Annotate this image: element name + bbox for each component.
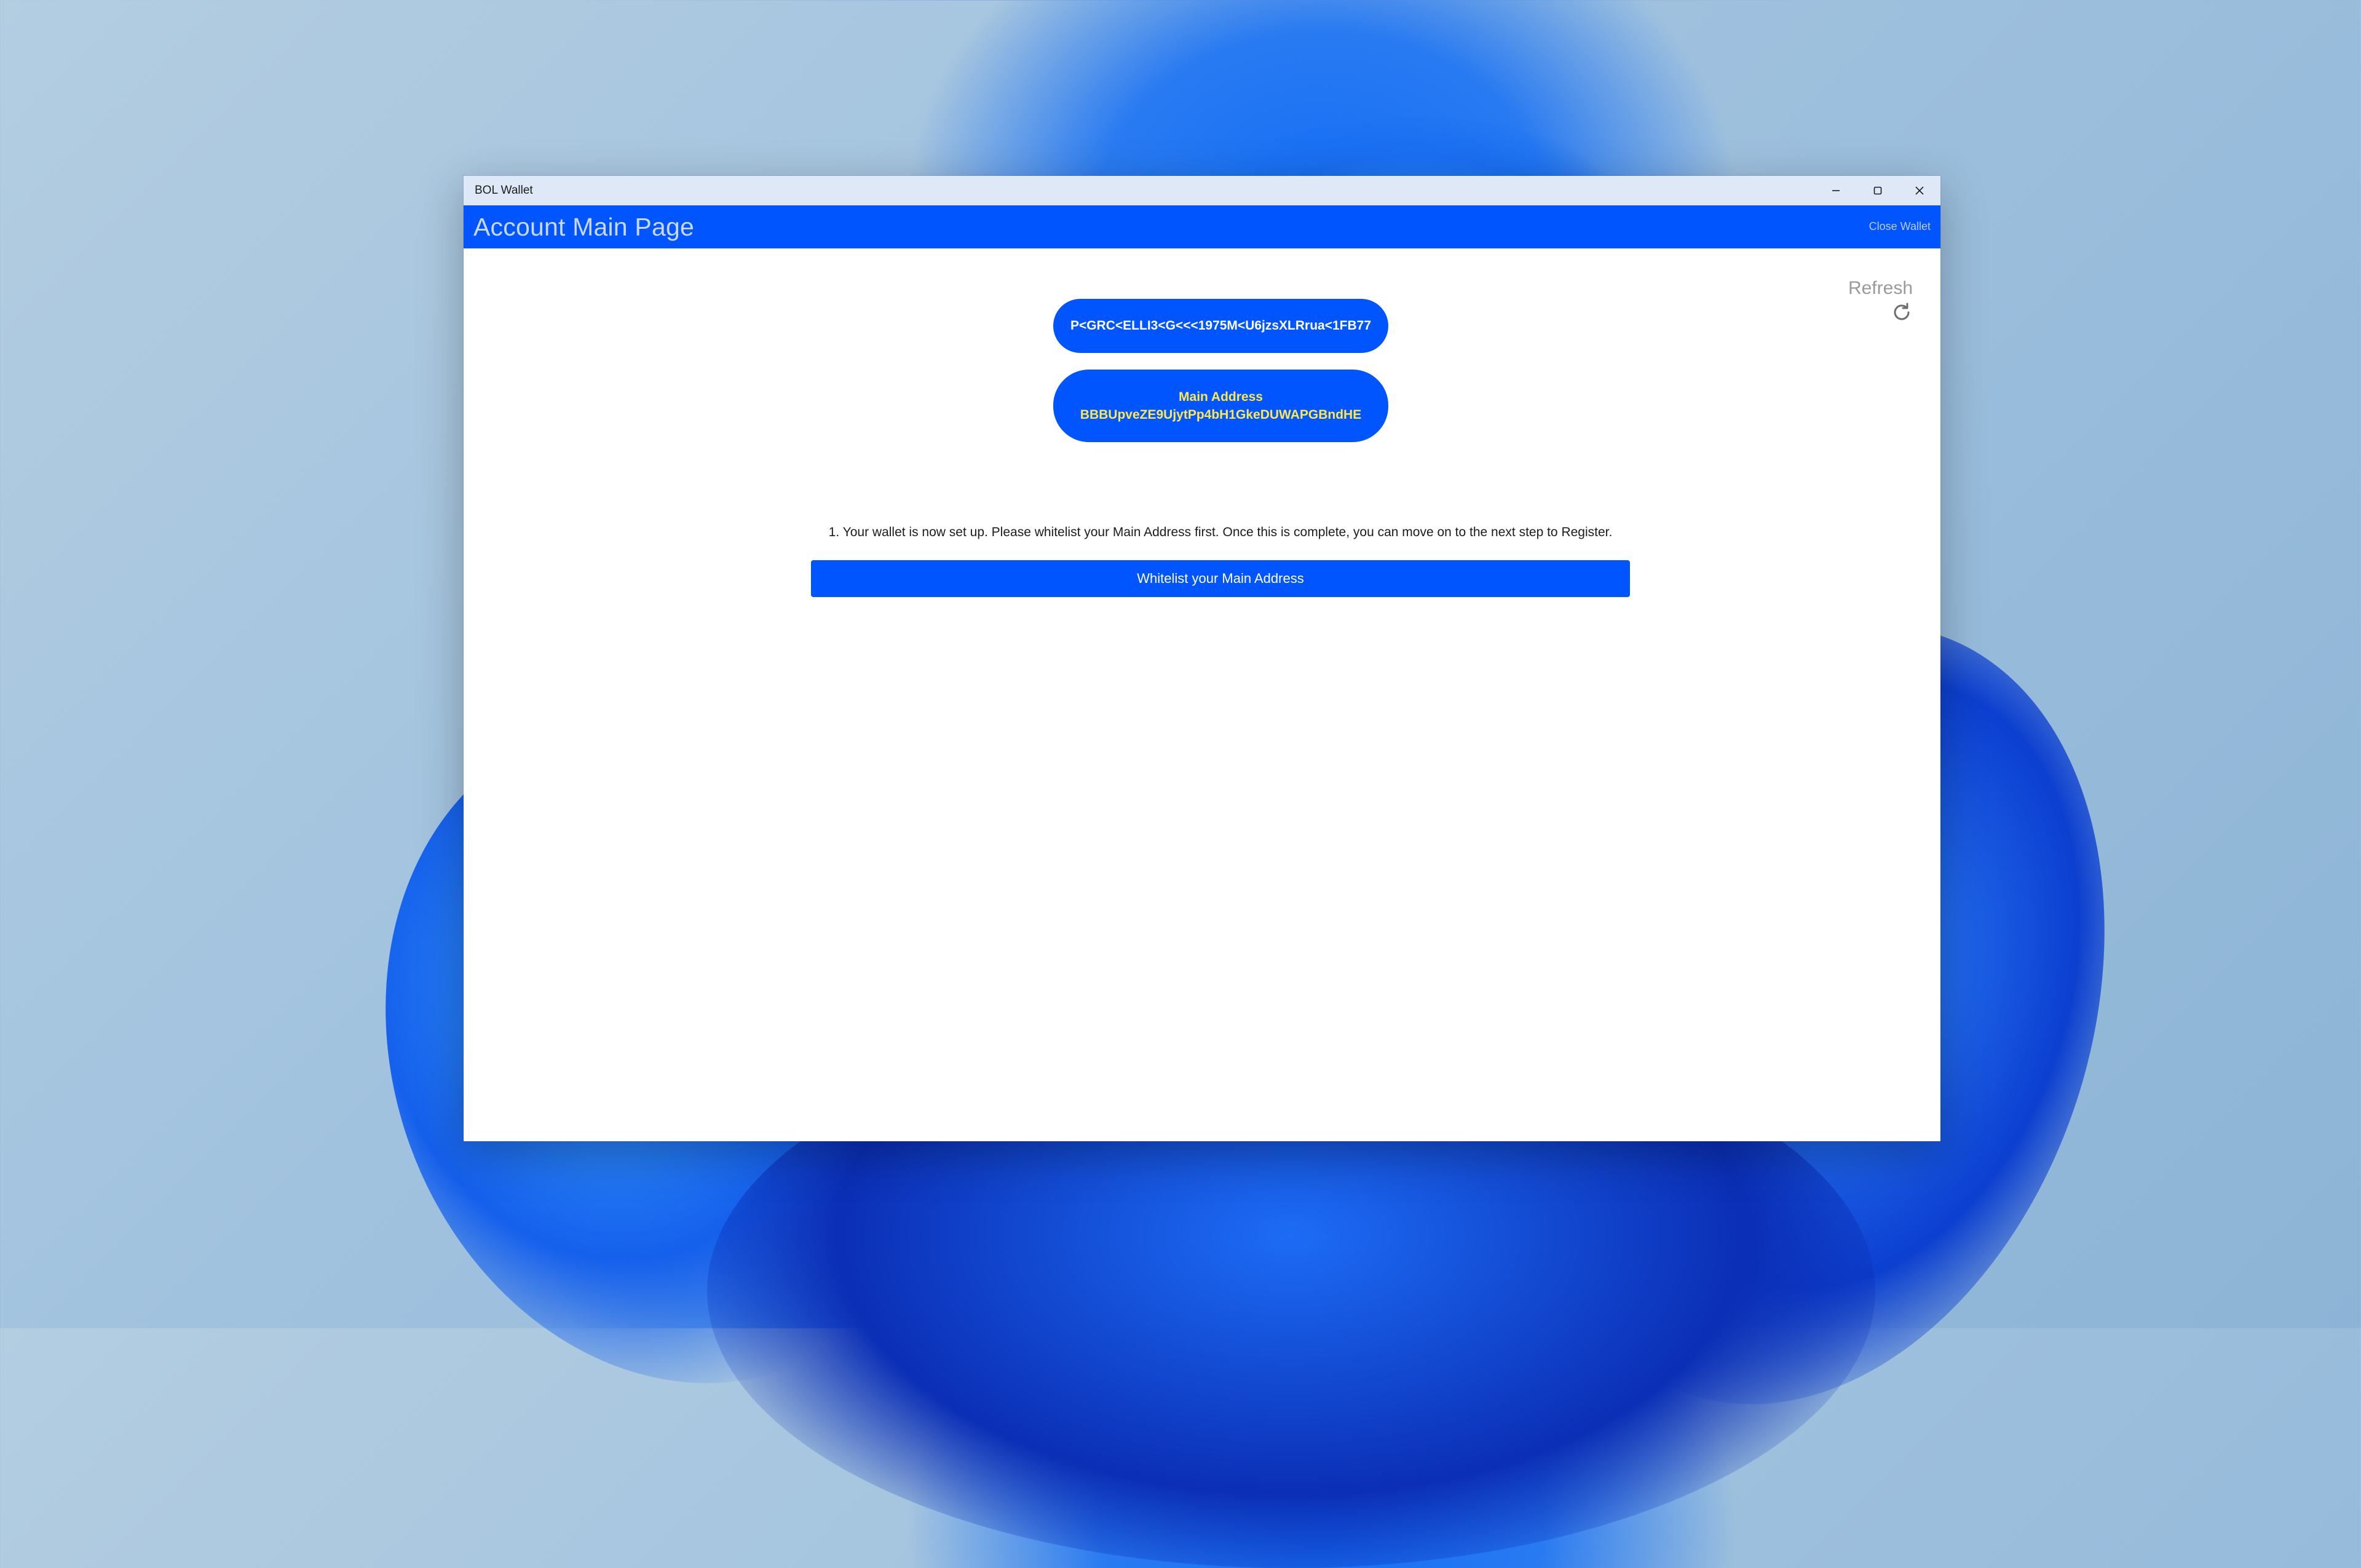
minimize-button[interactable]: [1815, 176, 1857, 205]
setup-instruction: 1. Your wallet is now set up. Please whi…: [828, 525, 1613, 539]
close-icon: [1915, 186, 1924, 195]
window-controls: [1815, 176, 1940, 205]
refresh-button[interactable]: Refresh: [1848, 278, 1913, 323]
refresh-label: Refresh: [1848, 278, 1913, 298]
main-address-value: BBBUpveZE9UjytPp4bH1GkeDUWAPGBndHE: [1080, 408, 1362, 422]
identity-code: P<GRC<ELLI3<G<<<1975M<U6jzsXLRrua<1FB77: [1070, 319, 1372, 333]
main-address-label: Main Address: [1179, 390, 1263, 404]
main-content: Refresh P<GRC<ELLI3<G<<<1975M<U6jzsXLRru…: [464, 248, 1940, 1141]
page-title: Account Main Page: [473, 212, 694, 241]
close-wallet-link[interactable]: Close Wallet: [1869, 220, 1931, 233]
minimize-icon: [1832, 190, 1840, 191]
close-window-button[interactable]: [1899, 176, 1940, 205]
whitelist-button-label: Whitelist your Main Address: [1137, 571, 1304, 586]
maximize-button[interactable]: [1857, 176, 1899, 205]
whitelist-button[interactable]: Whitelist your Main Address: [811, 560, 1630, 597]
main-address-button[interactable]: Main Address BBBUpveZE9UjytPp4bH1GkeDUWA…: [1053, 370, 1388, 442]
app-title: BOL Wallet: [475, 184, 533, 197]
page-header: Account Main Page Close Wallet: [464, 205, 1940, 248]
app-window: BOL Wallet Account Main Page Close Walle…: [464, 176, 1940, 1141]
identity-code-button[interactable]: P<GRC<ELLI3<G<<<1975M<U6jzsXLRrua<1FB77: [1053, 299, 1388, 353]
maximize-icon: [1873, 186, 1882, 195]
title-bar[interactable]: BOL Wallet: [464, 176, 1940, 205]
refresh-icon: [1894, 303, 1910, 320]
